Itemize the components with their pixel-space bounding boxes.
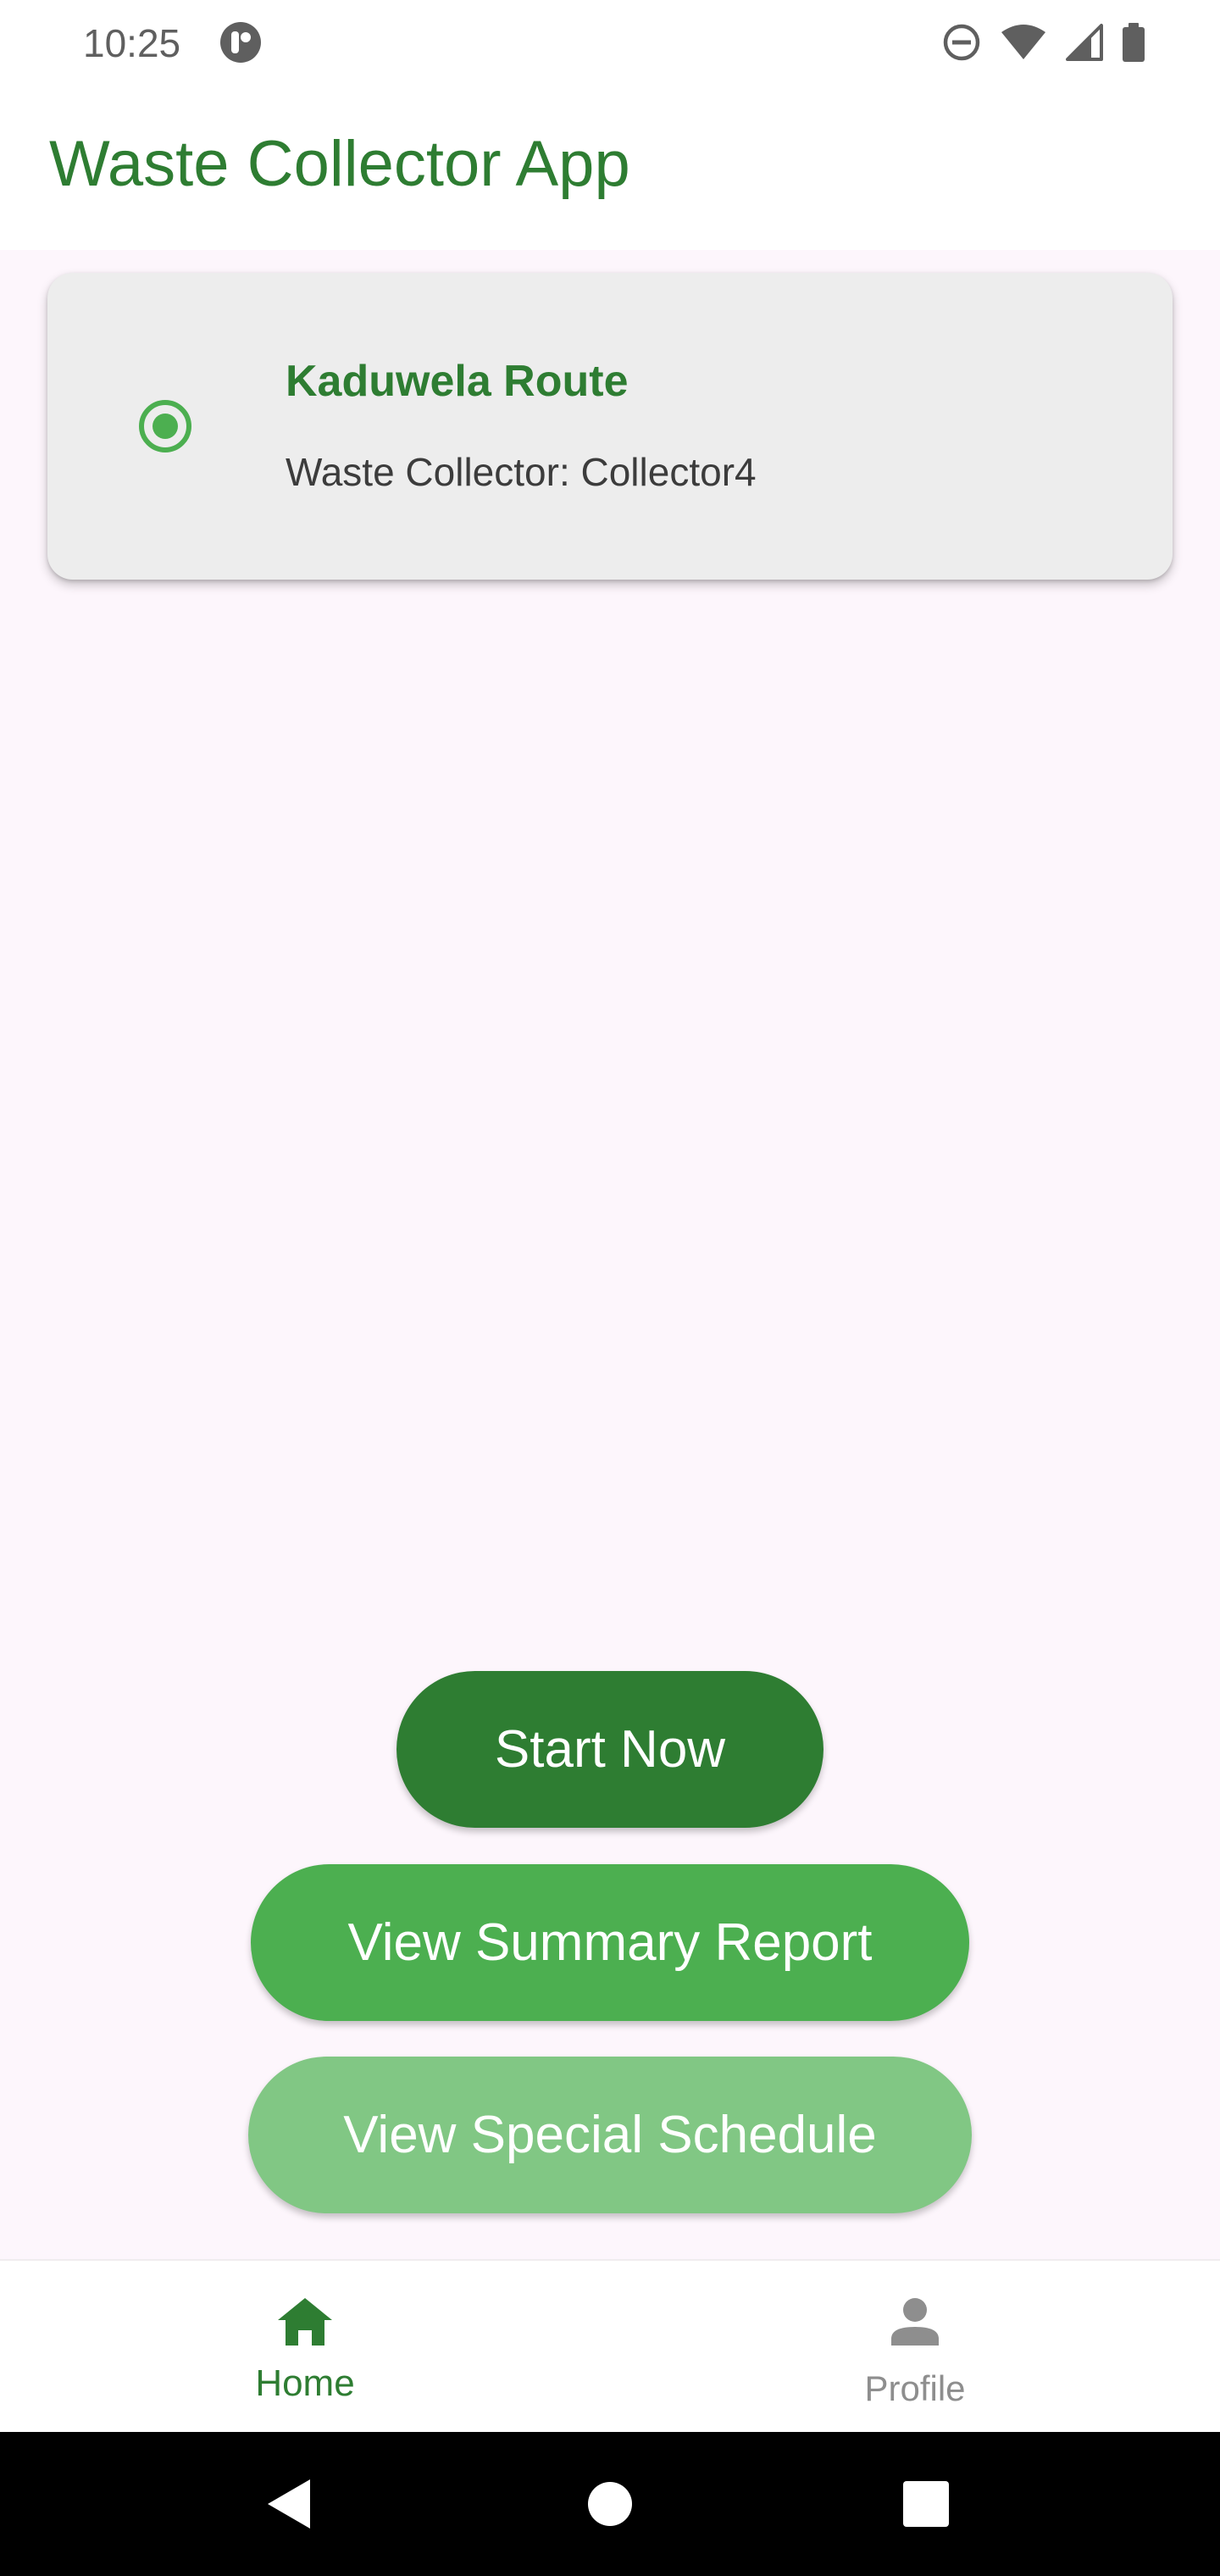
- start-now-button[interactable]: Start Now: [396, 1671, 824, 1828]
- app-notification-icon: [220, 22, 261, 63]
- nav-item-profile[interactable]: Profile: [610, 2261, 1220, 2434]
- app-title: Waste Collector App: [49, 128, 630, 200]
- person-icon: [891, 2298, 939, 2346]
- cell-signal-icon: [1066, 24, 1103, 61]
- home-icon: [278, 2298, 332, 2346]
- bottom-nav: Home Profile: [0, 2259, 1220, 2434]
- system-nav-bar: [0, 2432, 1220, 2576]
- app-bar: Waste Collector App: [0, 85, 1220, 250]
- route-collector: Waste Collector: Collector4: [286, 450, 757, 494]
- status-bar: 10:25: [0, 0, 1220, 85]
- nav-item-home[interactable]: Home: [0, 2261, 610, 2434]
- home-circle-icon[interactable]: [580, 2474, 640, 2534]
- route-card[interactable]: [47, 273, 1173, 580]
- back-icon[interactable]: [261, 2474, 320, 2534]
- route-title: Kaduwela Route: [286, 357, 629, 406]
- view-summary-report-button[interactable]: View Summary Report: [251, 1864, 969, 2021]
- view-special-schedule-button[interactable]: View Special Schedule: [248, 2057, 972, 2213]
- recents-icon[interactable]: [896, 2474, 956, 2534]
- status-time: 10:25: [83, 21, 181, 65]
- do-not-disturb-icon: [943, 24, 980, 61]
- battery-icon: [1123, 23, 1145, 62]
- nav-label-home: Home: [255, 2362, 355, 2404]
- nav-label-profile: Profile: [864, 2368, 966, 2408]
- radio-selected-icon[interactable]: [137, 398, 193, 454]
- wifi-icon: [1001, 25, 1045, 59]
- status-icons: [942, 19, 1145, 66]
